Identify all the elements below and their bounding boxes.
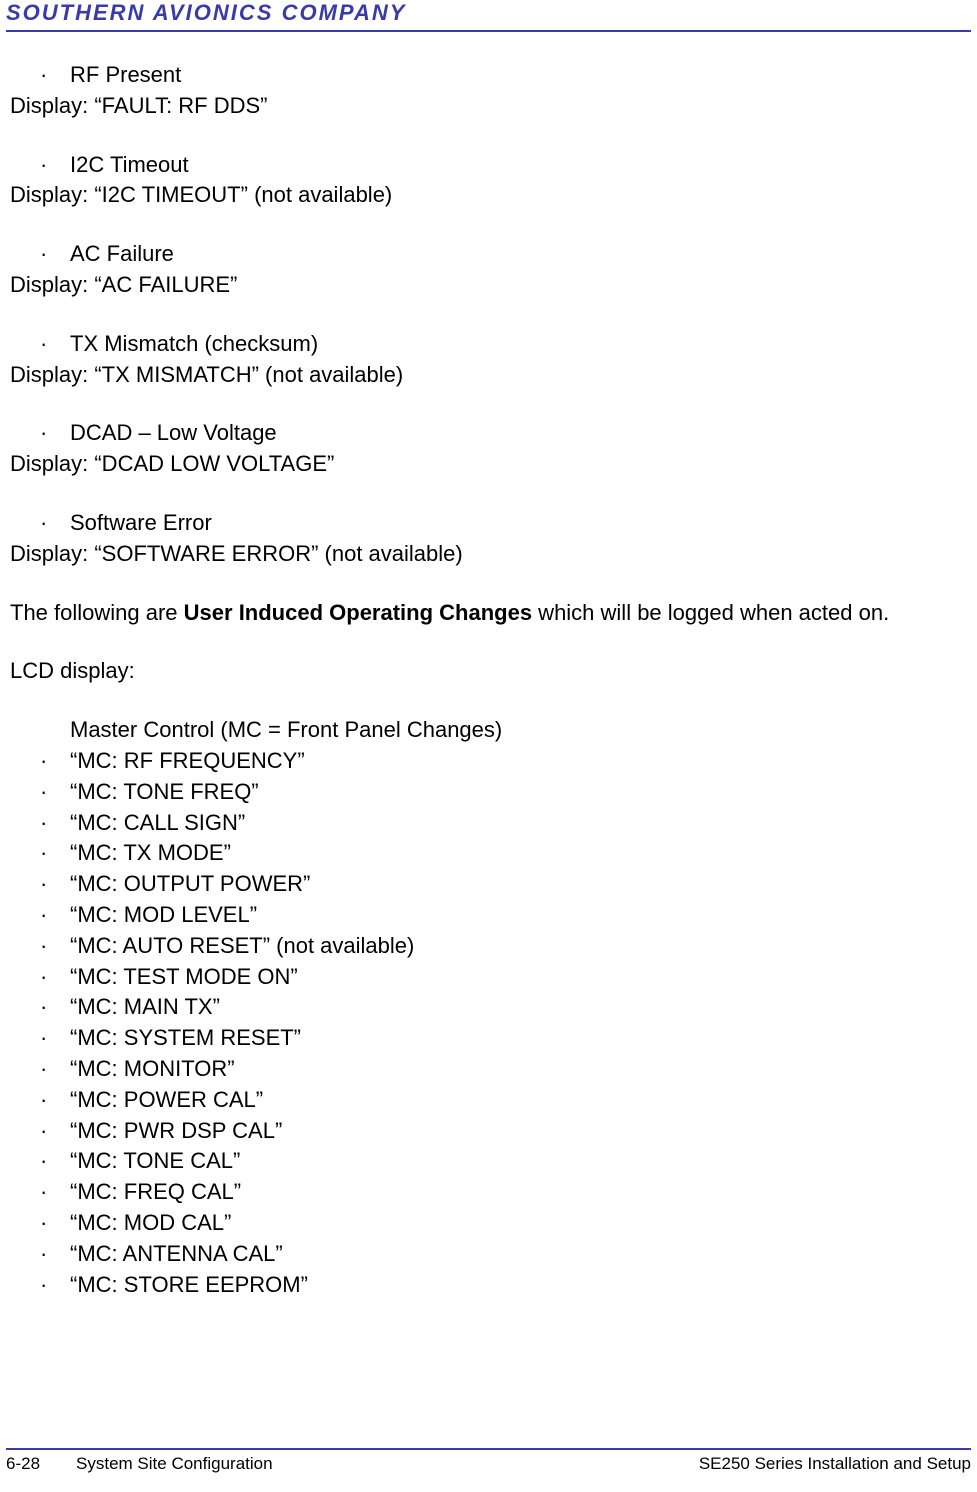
mc-item-text: “MC: FREQ CAL” (70, 1179, 241, 1204)
fault-display: Display: “DCAD LOW VOLTAGE” (10, 449, 967, 480)
mc-item-text: “MC: MOD LEVEL” (70, 902, 257, 927)
mc-item: · “MC: TX MODE” (10, 838, 967, 869)
mc-item: · “MC: PWR DSP CAL” (10, 1116, 967, 1147)
bullet-icon: · (40, 808, 47, 839)
mc-item-text: “MC: STORE EEPROM” (70, 1272, 308, 1297)
fault-block: · I2C Timeout Display: “I2C TIMEOUT” (not … (10, 150, 967, 212)
bullet-icon: · (40, 418, 47, 449)
bullet-icon: · (40, 150, 47, 181)
bullet-icon: · (40, 838, 47, 869)
mc-item: · “MC: ANTENNA CAL” (10, 1239, 967, 1270)
bullet-icon: · (40, 329, 47, 360)
intro-paragraph: The following are User Induced Operating… (10, 598, 967, 629)
page-header: SOUTHERN AVIONICS COMPANY (6, 0, 971, 32)
bullet-icon: · (40, 1146, 47, 1177)
bullet-icon: · (40, 508, 47, 539)
bullet-icon: · (40, 962, 47, 993)
mc-item: · “MC: POWER CAL” (10, 1085, 967, 1116)
fault-display: Display: “AC FAILURE” (10, 270, 967, 301)
mc-heading: Master Control (MC = Front Panel Changes… (10, 715, 967, 746)
bullet-icon: · (40, 1085, 47, 1116)
bullet-icon: · (40, 1023, 47, 1054)
mc-item-text: “MC: MAIN TX” (70, 994, 220, 1019)
fault-display: Display: “TX MISMATCH” (not available) (10, 360, 967, 391)
mc-item: · “MC: MONITOR” (10, 1054, 967, 1085)
page-footer: 6-28 System Site Configuration SE250 Ser… (6, 1448, 971, 1474)
bullet-icon: · (40, 777, 47, 808)
page-content: ·RF PresentDisplay: “FAULT: RF DDS”·I2C … (10, 60, 967, 1300)
mc-item-text: “MC: MOD CAL” (70, 1210, 231, 1235)
fault-name: · AC Failure (10, 239, 967, 270)
fault-name: · RF Present (10, 60, 967, 91)
company-name: SOUTHERN AVIONICS COMPANY (6, 0, 971, 32)
bullet-icon: · (40, 746, 47, 777)
section-title: System Site Configuration (76, 1454, 273, 1474)
fault-name-text: DCAD – Low Voltage (70, 420, 277, 445)
bullet-icon: · (40, 1208, 47, 1239)
mc-item: · “MC: SYSTEM RESET” (10, 1023, 967, 1054)
fault-display: Display: “I2C TIMEOUT” (not available) (10, 180, 967, 211)
mc-item-text: “MC: TONE FREQ” (70, 779, 259, 804)
mc-item: · “MC: RF FREQUENCY” (10, 746, 967, 777)
fault-name: · I2C Timeout (10, 150, 967, 181)
bullet-icon: · (40, 1270, 47, 1301)
fault-block: · RF Present Display: “FAULT: RF DDS” (10, 60, 967, 122)
fault-name-text: RF Present (70, 62, 181, 87)
fault-display: Display: “SOFTWARE ERROR” (not available… (10, 539, 967, 570)
mc-item: · “MC: TEST MODE ON” (10, 962, 967, 993)
fault-name-text: TX Mismatch (checksum) (70, 331, 318, 356)
document-title: SE250 Series Installation and Setup (699, 1454, 971, 1474)
mc-item-text: “MC: CALL SIGN” (70, 810, 245, 835)
mc-item: · “MC: FREQ CAL” (10, 1177, 967, 1208)
mc-item-text: “MC: OUTPUT POWER” (70, 871, 310, 896)
mc-item-text: “MC: ANTENNA CAL” (70, 1241, 283, 1266)
fault-name-text: AC Failure (70, 241, 174, 266)
intro-bold: User Induced Operating Changes (184, 600, 532, 625)
lcd-label: LCD display: (10, 656, 967, 687)
mc-item-text: “MC: POWER CAL” (70, 1087, 263, 1112)
mc-item: · “MC: CALL SIGN” (10, 808, 967, 839)
footer-left: 6-28 System Site Configuration (6, 1454, 273, 1474)
mc-item-text: “MC: TX MODE” (70, 840, 231, 865)
fault-block: · TX Mismatch (checksum) Display: “TX MISM… (10, 329, 967, 391)
fault-name-text: I2C Timeout (70, 152, 189, 177)
mc-item: · “MC: STORE EEPROM” (10, 1270, 967, 1301)
bullet-icon: · (40, 900, 47, 931)
mc-item: · “MC: MOD CAL” (10, 1208, 967, 1239)
fault-name: · DCAD – Low Voltage (10, 418, 967, 449)
mc-item-text: “MC: TEST MODE ON” (70, 964, 298, 989)
fault-display: Display: “FAULT: RF DDS” (10, 91, 967, 122)
intro-before: The following are (10, 600, 184, 625)
mc-item: · “MC: MAIN TX” (10, 992, 967, 1023)
bullet-icon: · (40, 931, 47, 962)
fault-name: · Software Error (10, 508, 967, 539)
mc-item: · “MC: TONE CAL” (10, 1146, 967, 1177)
fault-block: · AC Failure Display: “AC FAILURE” (10, 239, 967, 301)
bullet-icon: · (40, 1116, 47, 1147)
bullet-icon: · (40, 60, 47, 91)
fault-block: · DCAD – Low Voltage Display: “DCAD LOW VO… (10, 418, 967, 480)
mc-item: · “MC: TONE FREQ” (10, 777, 967, 808)
fault-block: · Software Error Display: “SOFTWARE ERROR”… (10, 508, 967, 570)
mc-list: · “MC: RF FREQUENCY” · “MC: TONE FREQ” · “MC:… (10, 746, 967, 1300)
fault-name: · TX Mismatch (checksum) (10, 329, 967, 360)
bullet-icon: · (40, 1239, 47, 1270)
mc-item: · “MC: MOD LEVEL” (10, 900, 967, 931)
bullet-icon: · (40, 992, 47, 1023)
mc-item-text: “MC: SYSTEM RESET” (70, 1025, 301, 1050)
mc-item-text: “MC: MONITOR” (70, 1056, 235, 1081)
mc-item: · “MC: OUTPUT POWER” (10, 869, 967, 900)
mc-item: · “MC: AUTO RESET” (not available) (10, 931, 967, 962)
fault-name-text: Software Error (70, 510, 212, 535)
mc-item-text: “MC: RF FREQUENCY” (70, 748, 305, 773)
intro-after: which will be logged when acted on. (532, 600, 889, 625)
mc-item-text: “MC: PWR DSP CAL” (70, 1118, 282, 1143)
bullet-icon: · (40, 1054, 47, 1085)
bullet-icon: · (40, 869, 47, 900)
page-number: 6-28 (6, 1454, 40, 1474)
bullet-icon: · (40, 1177, 47, 1208)
bullet-icon: · (40, 239, 47, 270)
mc-item-text: “MC: TONE CAL” (70, 1148, 240, 1173)
mc-item-text: “MC: AUTO RESET” (not available) (70, 933, 414, 958)
